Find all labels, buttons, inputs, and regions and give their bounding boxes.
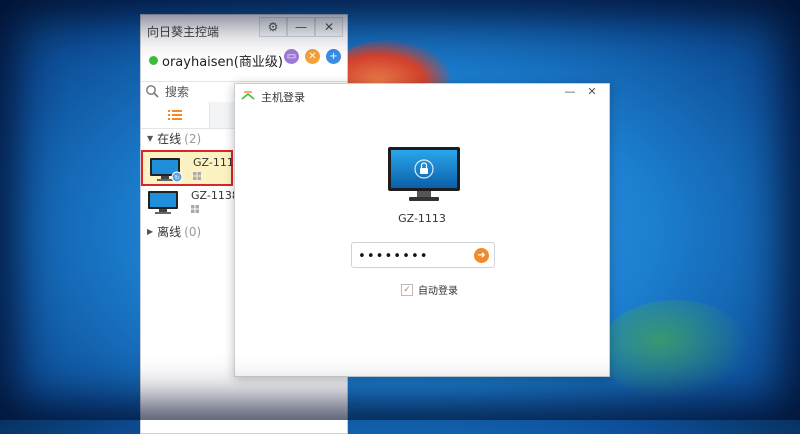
host-login-dialog: 主机登录 — ✕ GZ-1113 ➜ ✓ 自动登录: [234, 83, 610, 377]
windows-icon: [191, 205, 199, 213]
list-icon: [168, 110, 182, 120]
device-item[interactable]: GZ-1138: [141, 185, 239, 221]
window-title: 向日葵主控端: [147, 25, 220, 39]
user-actions: ▭ ✕ +: [284, 49, 341, 64]
sunlogin-logo-icon: [241, 91, 255, 100]
settings-button[interactable]: ⚙: [259, 17, 287, 37]
auto-login-label: 自动登录: [418, 286, 458, 297]
dialog-close-button[interactable]: ✕: [581, 84, 603, 98]
windows-icon: [193, 172, 201, 180]
password-field: ➜: [351, 242, 495, 268]
monitor-icon: [148, 191, 178, 214]
online-status-icon: [149, 56, 158, 65]
window-controls: ⚙ — ✕: [259, 17, 343, 37]
group-label: 离线: [157, 225, 182, 239]
host-name: GZ-1113: [398, 212, 446, 225]
locked-monitor-icon: [388, 147, 460, 201]
device-name: GZ-1138: [191, 189, 239, 202]
tab-list-view[interactable]: [141, 102, 210, 128]
password-input[interactable]: [356, 246, 470, 266]
add-icon[interactable]: +: [326, 49, 341, 64]
remote-icon[interactable]: ✕: [305, 49, 320, 64]
group-offline[interactable]: ▶ 离线 (0): [147, 223, 201, 240]
auto-login-checkbox[interactable]: ✓: [401, 283, 413, 296]
dialog-controls: — ✕: [559, 84, 603, 98]
login-arrow-button[interactable]: ➜: [474, 248, 489, 263]
group-count: (2): [184, 131, 202, 146]
monitor-icon: ↻: [150, 158, 183, 183]
group-online[interactable]: ▼ 在线 (2): [147, 130, 201, 147]
screen-icon[interactable]: ▭: [284, 49, 299, 64]
auto-login-option[interactable]: ✓ 自动登录: [401, 282, 458, 297]
username: orayhaisen(商业级): [162, 55, 283, 70]
group-label: 在线: [157, 132, 182, 146]
wallpaper-glow-green: [600, 300, 750, 400]
close-button[interactable]: ✕: [315, 17, 343, 37]
dialog-minimize-button[interactable]: —: [559, 84, 581, 98]
search-icon: [146, 85, 159, 98]
device-item[interactable]: ↻ GZ-1113: [141, 150, 241, 186]
expand-down-icon: ▼: [147, 134, 154, 143]
minimize-button[interactable]: —: [287, 17, 315, 37]
group-count: (0): [184, 224, 202, 239]
dialog-title: 主机登录: [261, 91, 305, 104]
expand-right-icon: ▶: [147, 227, 154, 236]
svg-text:↻: ↻: [174, 175, 179, 182]
user-info: orayhaisen(商业级) ▭ ✕ +: [149, 49, 345, 70]
